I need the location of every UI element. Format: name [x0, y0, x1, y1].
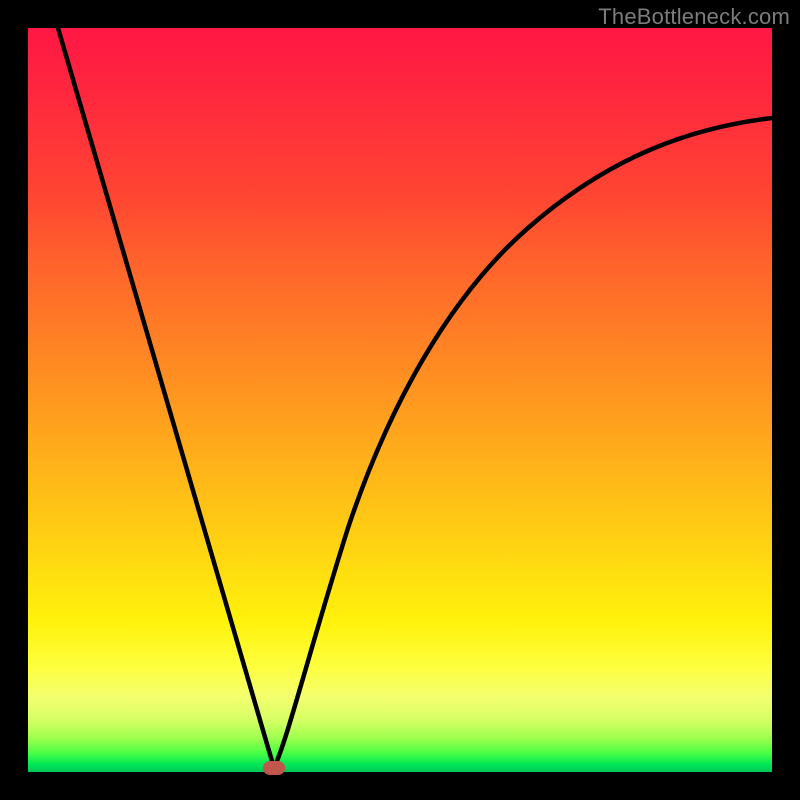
chart-frame: TheBottleneck.com: [0, 0, 800, 800]
curve-path: [58, 28, 772, 768]
plot-area: [28, 28, 772, 772]
minimum-marker: [263, 761, 285, 775]
bottleneck-curve: [28, 28, 772, 772]
watermark-text: TheBottleneck.com: [598, 4, 790, 30]
